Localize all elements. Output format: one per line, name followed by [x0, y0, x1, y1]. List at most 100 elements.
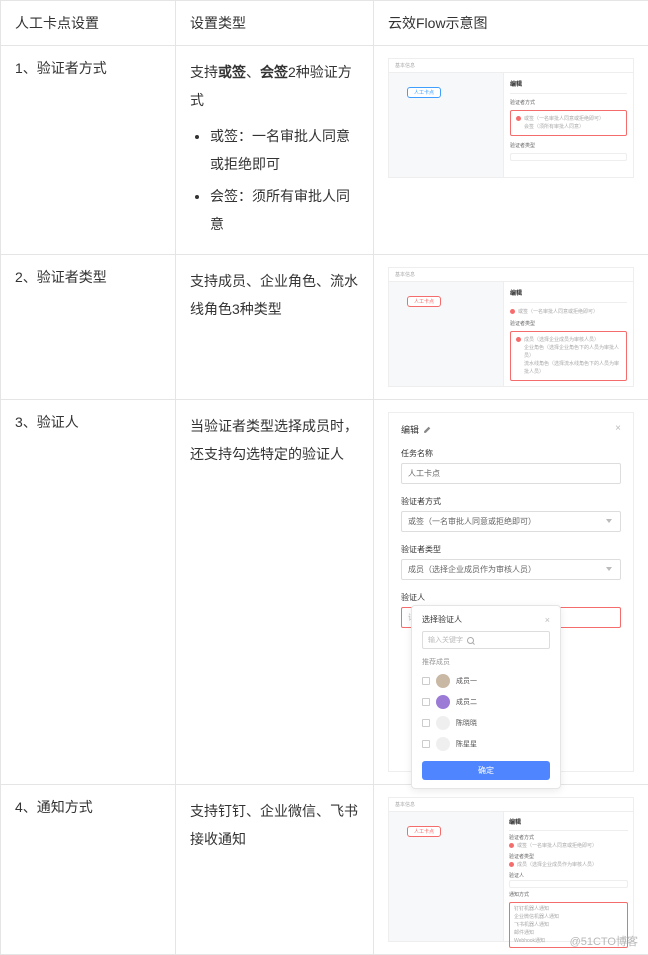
row3-diagram-cell: 编辑 × 任务名称 人工卡点 验证者方式 或签（一名审批人同意或拒绝即可） 验证… [374, 400, 648, 785]
row2-panel-redbox: 成员（选择企业成员为审核人员） 企业角色（选择企业角色下的人员为审批人员） 流水… [510, 331, 627, 381]
row3-form-title-row: 编辑 [401, 423, 621, 436]
table-row: 1、验证者方式 支持或签、会签2种验证方式 或签：一名审批人同意或拒绝即可 会签… [1, 46, 648, 255]
row3-f3-value[interactable]: 成员（选择企业成员作为审核人员） [401, 559, 621, 580]
row2-diagram-nav: 基本信息 [395, 272, 415, 278]
checkbox[interactable] [422, 740, 430, 748]
table-row: 4、通知方式 支持钉钉、企业微信、飞书接收通知 基本信息 人工卡点 编辑 验证者… [1, 785, 648, 955]
row4-desc: 支持钉钉、企业微信、飞书接收通知 [176, 785, 374, 955]
row3-desc: 当验证者类型选择成员时，还支持勾选特定的验证人 [176, 400, 374, 785]
row3-f1-label: 任务名称 [401, 448, 621, 459]
avatar [436, 674, 450, 688]
row4-diagram-cell: 基本信息 人工卡点 编辑 验证者方式 或签（一名审批人同意或拒绝即可） 验证者类… [374, 785, 648, 955]
row3-title: 3、验证人 [1, 400, 176, 785]
row1-panel-section: 验证者方式 [510, 99, 627, 106]
checkbox[interactable] [422, 677, 430, 685]
table-header-row: 人工卡点设置 设置类型 云效Flow示意图 [1, 1, 648, 46]
row2-opt3: 流水线角色（选择流水线角色下的人员为审批人员） [516, 360, 621, 376]
row1-bullet-2: 会签：须所有审批人同意 [210, 182, 359, 238]
row3-f4-label: 验证人 [401, 592, 621, 603]
row2-diagram-topbar: 基本信息 [389, 268, 633, 282]
row1-title: 1、验证者方式 [1, 46, 176, 255]
popup-close-icon[interactable]: × [545, 615, 550, 625]
row1-panel-section2: 验证者类型 [510, 142, 627, 149]
row3-f1-value[interactable]: 人工卡点 [401, 463, 621, 484]
row1-panel-title: 编辑 [510, 79, 627, 88]
row3-form-title: 编辑 [401, 423, 419, 436]
avatar [436, 737, 450, 751]
table-row: 3、验证人 当验证者类型选择成员时，还支持勾选特定的验证人 编辑 × 任务名称 … [1, 400, 648, 785]
row4-opt-b: 成员（选择企业成员作为审核人员） [517, 862, 597, 868]
row4-diagram-left: 人工卡点 [389, 812, 504, 941]
row1-diagram-cell: 基本信息 人工卡点 编辑 验证者方式 或签（一名审批人同意或拒绝即可） 会签（须… [374, 46, 648, 255]
search-icon [467, 637, 474, 644]
row3-popup-search[interactable]: 输入关键字 [422, 631, 550, 649]
row1-bullet-1: 或签：一名审批人同意或拒绝即可 [210, 122, 359, 178]
row3-popup: 选择验证人 × 输入关键字 推荐成员 成员一 成员二 陈晓晓 陈星星 [411, 605, 561, 789]
checkbox[interactable] [422, 719, 430, 727]
row4-diagram-topbar: 基本信息 [389, 798, 633, 812]
watermark: @51CTO博客 [570, 933, 638, 949]
avatar [436, 695, 450, 709]
row2-panel-section: 验证者类型 [510, 320, 627, 327]
row4-diagram-panel: 编辑 验证者方式 或签（一名审批人同意或拒绝即可） 验证者类型 成员（选择企业成… [503, 812, 633, 941]
row2-opt-above: 或签（一名审批人同意或拒绝即可） [518, 309, 598, 315]
row4-diagram-nav: 基本信息 [395, 802, 415, 808]
row3-diagram: 编辑 × 任务名称 人工卡点 验证者方式 或签（一名审批人同意或拒绝即可） 验证… [388, 412, 634, 772]
row2-diagram-cell: 基本信息 人工卡点 编辑 或签（一名审批人同意或拒绝即可） 验证者类型 成员（选… [374, 255, 648, 400]
row3-popup-search-placeholder: 输入关键字 [428, 635, 463, 645]
row3-member-4: 陈星星 [456, 739, 477, 749]
close-icon[interactable]: × [615, 423, 621, 434]
row1-diagram-topbar: 基本信息 [389, 59, 633, 73]
row4-section-a: 验证者方式 [509, 834, 628, 841]
row3-member-row[interactable]: 陈星星 [422, 737, 550, 751]
settings-table: 人工卡点设置 设置类型 云效Flow示意图 1、验证者方式 支持或签、会签2种验… [0, 0, 648, 955]
row4-opt3: 飞书机器人通知 [514, 921, 623, 929]
row4-opt2: 企业微信机器人通知 [514, 913, 623, 921]
header-col3: 云效Flow示意图 [374, 1, 648, 46]
row1-diagram-pill: 人工卡点 [407, 87, 441, 98]
row2-desc: 支持成员、企业角色、流水线角色3种类型 [176, 255, 374, 400]
row3-member-1: 成员一 [456, 676, 477, 686]
row3-form: 编辑 × 任务名称 人工卡点 验证者方式 或签（一名审批人同意或拒绝即可） 验证… [389, 413, 633, 771]
row2-panel-title: 编辑 [510, 288, 627, 297]
header-col2: 设置类型 [176, 1, 374, 46]
row2-diagram-left: 人工卡点 [389, 282, 504, 386]
edit-icon [423, 425, 432, 434]
row2-title: 2、验证者类型 [1, 255, 176, 400]
row1-diagram-left: 人工卡点 [389, 73, 504, 177]
row1-desc: 支持或签、会签2种验证方式 或签：一名审批人同意或拒绝即可 会签：须所有审批人同… [176, 46, 374, 255]
row1-desc-intro: 支持 [190, 64, 218, 80]
row1-bold2: 会签 [260, 64, 288, 80]
row4-title: 4、通知方式 [1, 785, 176, 955]
row2-opt2: 企业角色（选择企业角色下的人员为审批人员） [516, 344, 621, 360]
row2-diagram-panel: 编辑 或签（一名审批人同意或拒绝即可） 验证者类型 成员（选择企业成员为审核人员… [503, 282, 633, 386]
row2-diagram: 基本信息 人工卡点 编辑 或签（一名审批人同意或拒绝即可） 验证者类型 成员（选… [388, 267, 634, 387]
row3-popup-title: 选择验证人 [422, 614, 462, 625]
row3-member-row[interactable]: 陈晓晓 [422, 716, 550, 730]
row3-member-row[interactable]: 成员二 [422, 695, 550, 709]
row1-diagram-panel: 编辑 验证者方式 或签（一名审批人同意或拒绝即可） 会签（须所有审批人同意） 验… [503, 73, 633, 177]
row3-popup-confirm[interactable]: 确定 [422, 761, 550, 780]
row4-diagram-pill: 人工卡点 [407, 826, 441, 837]
checkbox[interactable] [422, 698, 430, 706]
row3-popup-title-row: 选择验证人 × [422, 614, 550, 625]
row4-opt-a: 或签（一名审批人同意或拒绝即可） [517, 843, 597, 849]
row4-panel-title: 编辑 [509, 817, 628, 826]
row4-opt1: 钉钉机器人通知 [514, 905, 623, 913]
row3-f3-label: 验证者类型 [401, 544, 621, 555]
row1-diagram: 基本信息 人工卡点 编辑 验证者方式 或签（一名审批人同意或拒绝即可） 会签（须… [388, 58, 634, 178]
row4-section-d: 通知方式 [509, 891, 628, 898]
row1-bold1: 或签 [218, 64, 246, 80]
header-col1: 人工卡点设置 [1, 1, 176, 46]
row1-opt2: 会签（须所有审批人同意） [516, 123, 621, 131]
row1-opt1: 或签（一名审批人同意或拒绝即可） [524, 116, 604, 122]
row1-panel-redbox: 或签（一名审批人同意或拒绝即可） 会签（须所有审批人同意） [510, 110, 627, 136]
row1-sep: 、 [246, 64, 260, 80]
row3-member-2: 成员二 [456, 697, 477, 707]
row3-member-row[interactable]: 成员一 [422, 674, 550, 688]
row3-f2-label: 验证者方式 [401, 496, 621, 507]
row3-f2-value[interactable]: 或签（一名审批人同意或拒绝即可） [401, 511, 621, 532]
row4-section-b: 验证者类型 [509, 853, 628, 860]
avatar [436, 716, 450, 730]
row1-diagram-nav: 基本信息 [395, 63, 415, 69]
